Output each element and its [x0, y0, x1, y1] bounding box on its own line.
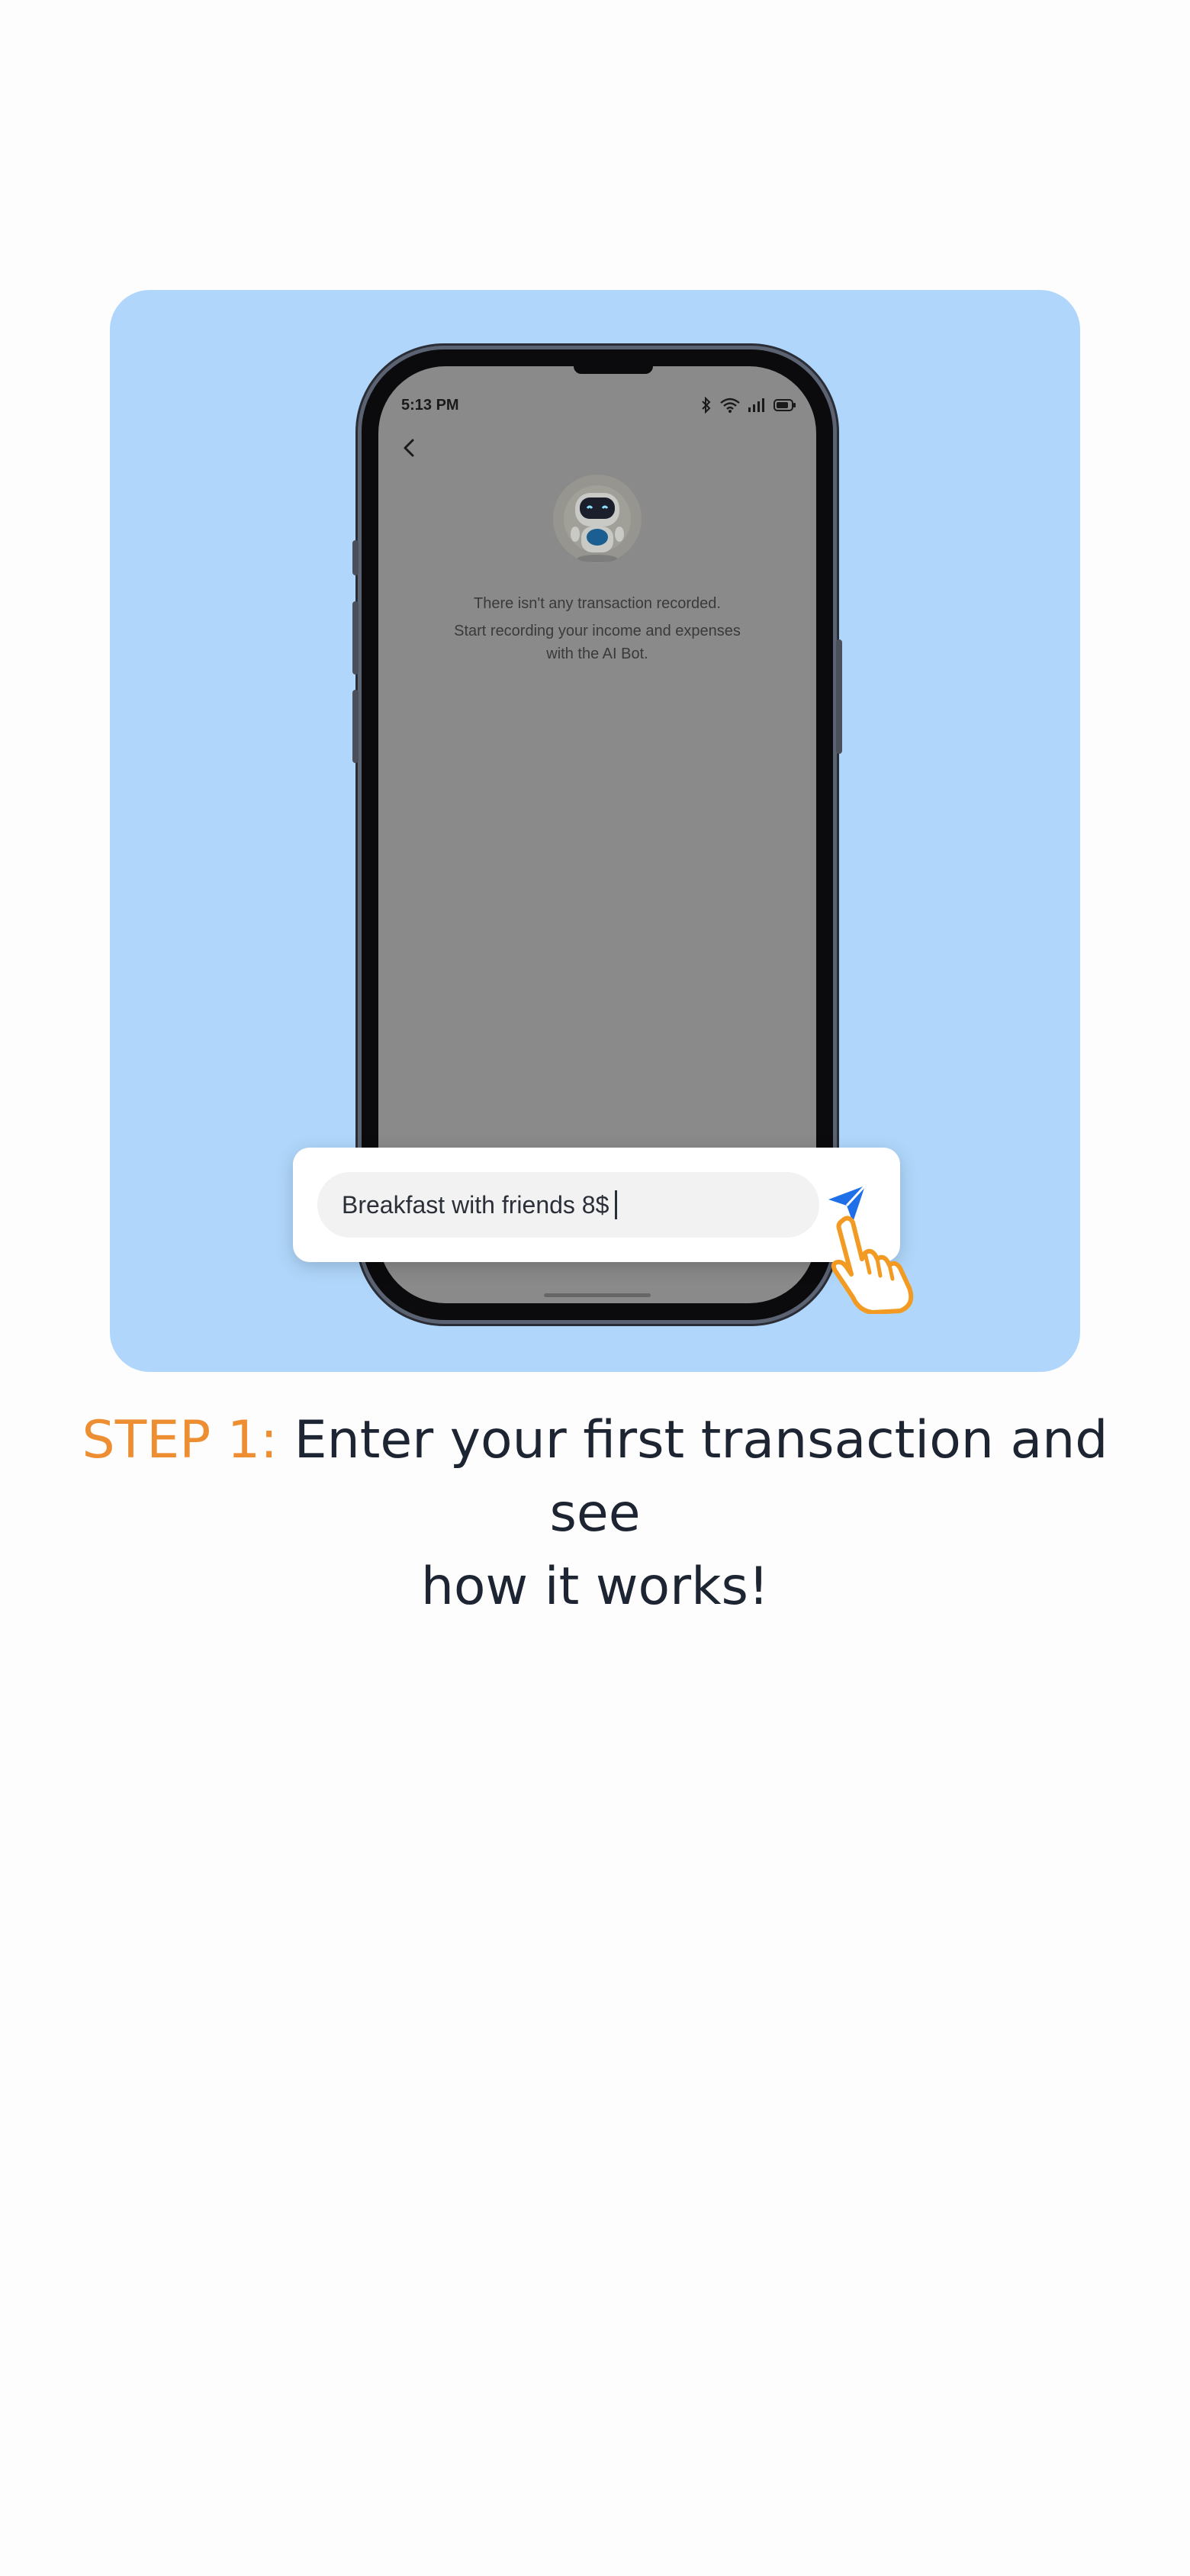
- signal-icon: [748, 398, 764, 412]
- phone-volume-down: [352, 690, 359, 763]
- empty-state-body-line1: Start recording your income and expenses: [454, 623, 741, 639]
- bluetooth-icon: [702, 397, 711, 414]
- wifi-icon: [720, 398, 740, 413]
- transaction-input-value: Breakfast with friends 8$: [342, 1190, 609, 1219]
- phone-volume-up: [352, 601, 359, 675]
- step-text-line2: how it works!: [420, 1557, 770, 1617]
- pointer-hand-icon: [831, 1216, 914, 1314]
- status-time: 5:13 PM: [401, 396, 459, 414]
- phone-power-button: [836, 639, 842, 754]
- phone-side-button: [352, 540, 359, 575]
- text-caret: [615, 1190, 618, 1219]
- empty-state-body-line2: with the AI Bot.: [546, 646, 648, 662]
- home-indicator: [544, 1293, 651, 1297]
- robot-mascot-icon: [553, 475, 642, 563]
- status-bar: 5:13 PM: [401, 394, 796, 417]
- step-label: STEP 1:: [82, 1410, 278, 1470]
- battery-icon: [774, 399, 796, 411]
- empty-state-title: There isn't any transaction recorded.: [474, 595, 721, 612]
- step-caption: STEP 1: Enter your first transaction and…: [76, 1404, 1114, 1624]
- step-text-line1: Enter your first transaction and see: [278, 1410, 1108, 1544]
- transaction-input[interactable]: Breakfast with friends 8$: [317, 1172, 819, 1238]
- phone-notch: [574, 366, 653, 374]
- hero-card: 5:13 PM There isn't any transaction reco…: [110, 290, 1080, 1372]
- back-chevron-icon[interactable]: [398, 436, 421, 459]
- chat-input-popup: Breakfast with friends 8$: [293, 1148, 900, 1262]
